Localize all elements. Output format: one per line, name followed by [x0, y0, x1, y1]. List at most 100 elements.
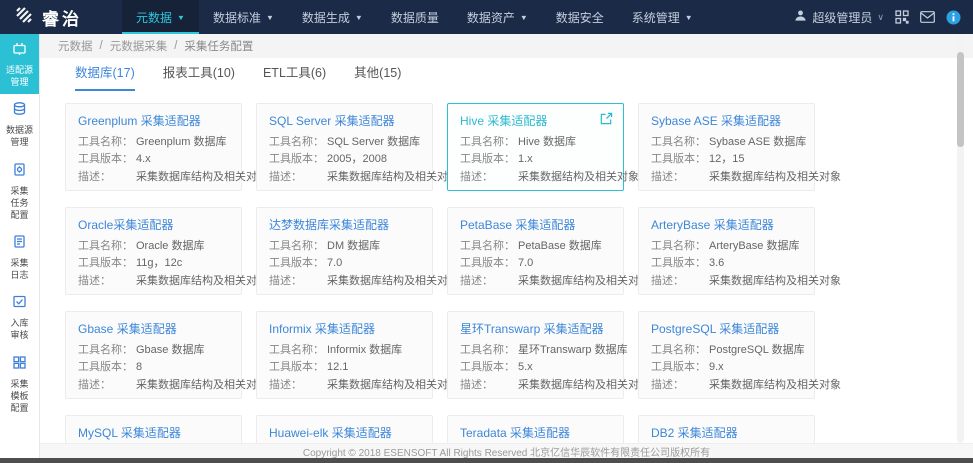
adapter-card: MySQL 采集适配器 工具名称： MySQL 数据库 工具版本： [65, 415, 242, 443]
tool-name-row: 工具名称： Oracle 数据库 [78, 238, 229, 255]
adapter-card: Greenplum 采集适配器 工具名称： Greenplum 数据库 工具版本… [65, 103, 268, 191]
tab-others[interactable]: 其他(15) [354, 62, 401, 91]
sidebar-item-datasource[interactable]: 数据源 管理 [0, 94, 39, 154]
tool-version-row: 工具版本： 7.0 [269, 255, 420, 272]
adapter-card-title[interactable]: Teradata 采集适配器 [460, 424, 611, 441]
tool-desc-label: 描述： [269, 378, 302, 391]
menu-item-data-standard[interactable]: 数据标准 ▼ [199, 0, 288, 34]
tool-desc-label: 描述： [269, 170, 302, 183]
adapter-card: DB2 采集适配器 工具名称： DB2 数据库 工具版本： 描述： [638, 415, 815, 443]
tool-version-value: 7.0 [327, 257, 343, 270]
tool-name-label: 工具名称： [651, 344, 706, 356]
adapter-card-title[interactable]: SQL Server 采集适配器 [269, 112, 420, 129]
sidebar-item-collect-template-config[interactable]: 采集 模板 配置 [0, 348, 39, 420]
adapter-card-title[interactable]: MySQL 采集适配器 [78, 424, 229, 441]
top-navbar: 睿治 元数据 ▼ 数据标准 ▼ 数据生成 ▼ 数据质量 数据资产 ▼ 数据安全 … [0, 0, 973, 34]
adapter-card-title[interactable]: PetaBase 采集适配器 [460, 216, 611, 233]
breadcrumb-item[interactable]: 元数据 [58, 38, 93, 54]
tab-database[interactable]: 数据库(17) [75, 62, 135, 91]
qr-code-icon[interactable] [895, 10, 909, 24]
mail-icon[interactable] [920, 11, 935, 23]
adapter-card-title[interactable]: DB2 采集适配器 [651, 424, 802, 441]
tool-name-value: PetaBase 数据库 [518, 240, 602, 252]
adapter-card: Sybase ASE 采集适配器 工具名称： Sybase ASE 数据库 工具… [638, 103, 841, 191]
tool-desc-label: 描述： [78, 378, 111, 391]
tool-version-row: 工具版本： 12.1 [269, 359, 420, 376]
adapter-card-title[interactable]: Greenplum 采集适配器 [78, 112, 229, 129]
app-window: 睿治 元数据 ▼ 数据标准 ▼ 数据生成 ▼ 数据质量 数据资产 ▼ 数据安全 … [0, 0, 973, 463]
tool-name-label: 工具名称： [460, 136, 515, 148]
scrollbar-thumb[interactable] [957, 52, 964, 147]
tool-name-row: 工具名称： 星环Transwarp 数据库 [460, 342, 628, 359]
tool-name-value: Hive 数据库 [518, 136, 577, 148]
menu-item-data-asset[interactable]: 数据资产 ▼ [453, 0, 542, 34]
tool-name-value: Greenplum 数据库 [136, 136, 227, 148]
menu-item-data-quality[interactable]: 数据质量 [377, 0, 453, 34]
adapter-card-title[interactable]: Sybase ASE 采集适配器 [651, 112, 802, 129]
chevron-down-icon: ▼ [354, 12, 363, 22]
tool-name-row: 工具名称： Gbase 数据库 [78, 342, 229, 359]
menu-label: 元数据 [136, 10, 173, 25]
adapter-card-title[interactable]: Hive 采集适配器 [460, 112, 611, 129]
tool-desc-label: 描述： [78, 170, 111, 183]
adapter-card-title[interactable]: Informix 采集适配器 [269, 320, 420, 337]
adapter-card-title[interactable]: ArteryBase 采集适配器 [651, 216, 802, 233]
left-sidebar: 适配源 管理 数据源 管理 采集 任务 配置 采集 日志 入库 审核 采集 模板… [0, 34, 40, 458]
database-icon [12, 101, 27, 121]
tool-name-row: 工具名称： Informix 数据库 [269, 342, 420, 359]
tool-version-row: 工具版本： 7.0 [460, 255, 611, 272]
category-tabs: 数据库(17) 报表工具(10) ETL工具(6) 其他(15) [40, 58, 973, 91]
tab-etl-tools[interactable]: ETL工具(6) [263, 62, 326, 91]
tool-version-row: 工具版本： 1.x [460, 151, 611, 168]
vertical-scrollbar[interactable] [957, 34, 964, 443]
tool-desc-value: 采集数据库结构及相关对象 [136, 378, 268, 391]
add-collect-task-icon[interactable] [599, 112, 613, 131]
main-menu: 元数据 ▼ 数据标准 ▼ 数据生成 ▼ 数据质量 数据资产 ▼ 数据安全 系统管… [122, 0, 707, 34]
tab-report-tools[interactable]: 报表工具(10) [163, 62, 235, 91]
logo-icon [14, 5, 34, 30]
adapter-card-title[interactable]: Gbase 采集适配器 [78, 320, 229, 337]
footer: Copyright © 2018 ESENSOFT All Rights Res… [40, 443, 973, 459]
adapter-card-title[interactable]: Oracle采集适配器 [78, 216, 229, 233]
tool-desc-row: 描述： 采集数据结构及相关对象 [460, 169, 639, 186]
menu-label: 数据生成 [301, 10, 350, 25]
adapter-card-grid: Greenplum 采集适配器 工具名称： Greenplum 数据库 工具版本… [40, 91, 973, 443]
adapter-card-title[interactable]: PostgreSQL 采集适配器 [651, 320, 802, 337]
tool-version-row: 工具版本： 2005，2008 [269, 151, 420, 168]
tool-desc-label: 描述： [460, 378, 493, 391]
sidebar-item-collect-task-config[interactable]: 采集 任务 配置 [0, 155, 39, 227]
tool-version-row: 工具版本： 9.x [651, 359, 802, 376]
copyright-text: Copyright © 2018 ESENSOFT All Rights Res… [302, 447, 711, 459]
tool-desc-row: 描述： 采集数据库结构及相关对象 [269, 377, 459, 394]
tool-version-label: 工具版本： [78, 361, 133, 374]
adapter-card: PostgreSQL 采集适配器 工具名称： PostgreSQL 数据库 工具… [638, 311, 841, 399]
adapter-card-title[interactable]: 星环Transwarp 采集适配器 [460, 320, 611, 337]
sidebar-item-adapter-source[interactable]: 适配源 管理 [0, 34, 39, 95]
tool-name-row: 工具名称： PetaBase 数据库 [460, 238, 611, 255]
adapter-card-title[interactable]: 达梦数据库采集适配器 [269, 216, 420, 233]
tool-version-value: 12.1 [327, 361, 349, 374]
tool-name-row: 工具名称： Sybase ASE 数据库 [651, 134, 806, 151]
menu-item-data-security[interactable]: 数据安全 [542, 0, 618, 34]
menu-item-metadata[interactable]: 元数据 ▼ [122, 0, 199, 34]
info-icon[interactable] [946, 10, 961, 25]
tool-desc-label: 描述： [269, 274, 302, 287]
tool-name-row: 工具名称： DM 数据库 [269, 238, 420, 255]
adapter-card-title[interactable]: Huawei-elk 采集适配器 [269, 424, 420, 441]
tool-version-value: 3.6 [709, 257, 725, 270]
menu-item-system-management[interactable]: 系统管理 ▼ [618, 0, 707, 34]
chevron-down-icon: ▼ [684, 12, 693, 22]
sidebar-item-collect-log[interactable]: 采集 日志 [0, 227, 39, 287]
tool-desc-row: 描述： 采集数据库结构及相关对象 [78, 273, 268, 290]
breadcrumb-separator: / [99, 40, 103, 52]
tool-desc-label: 描述： [651, 378, 684, 391]
sidebar-item-label: 入库 审核 [10, 318, 29, 341]
sidebar-item-storage-audit[interactable]: 入库 审核 [0, 287, 39, 347]
sidebar-item-label: 采集 日志 [10, 257, 29, 281]
tool-desc-value: 采集数据库结构及相关对象 [136, 274, 268, 287]
menu-item-data-generation[interactable]: 数据生成 ▼ [288, 0, 377, 34]
breadcrumb-item[interactable]: 元数据采集 [110, 38, 168, 54]
tool-desc-value: 采集数据库结构及相关对象 [327, 274, 459, 287]
user-menu[interactable]: 超级管理员 ∨ [794, 9, 884, 26]
tool-version-row: 工具版本： 12，15 [651, 151, 802, 168]
